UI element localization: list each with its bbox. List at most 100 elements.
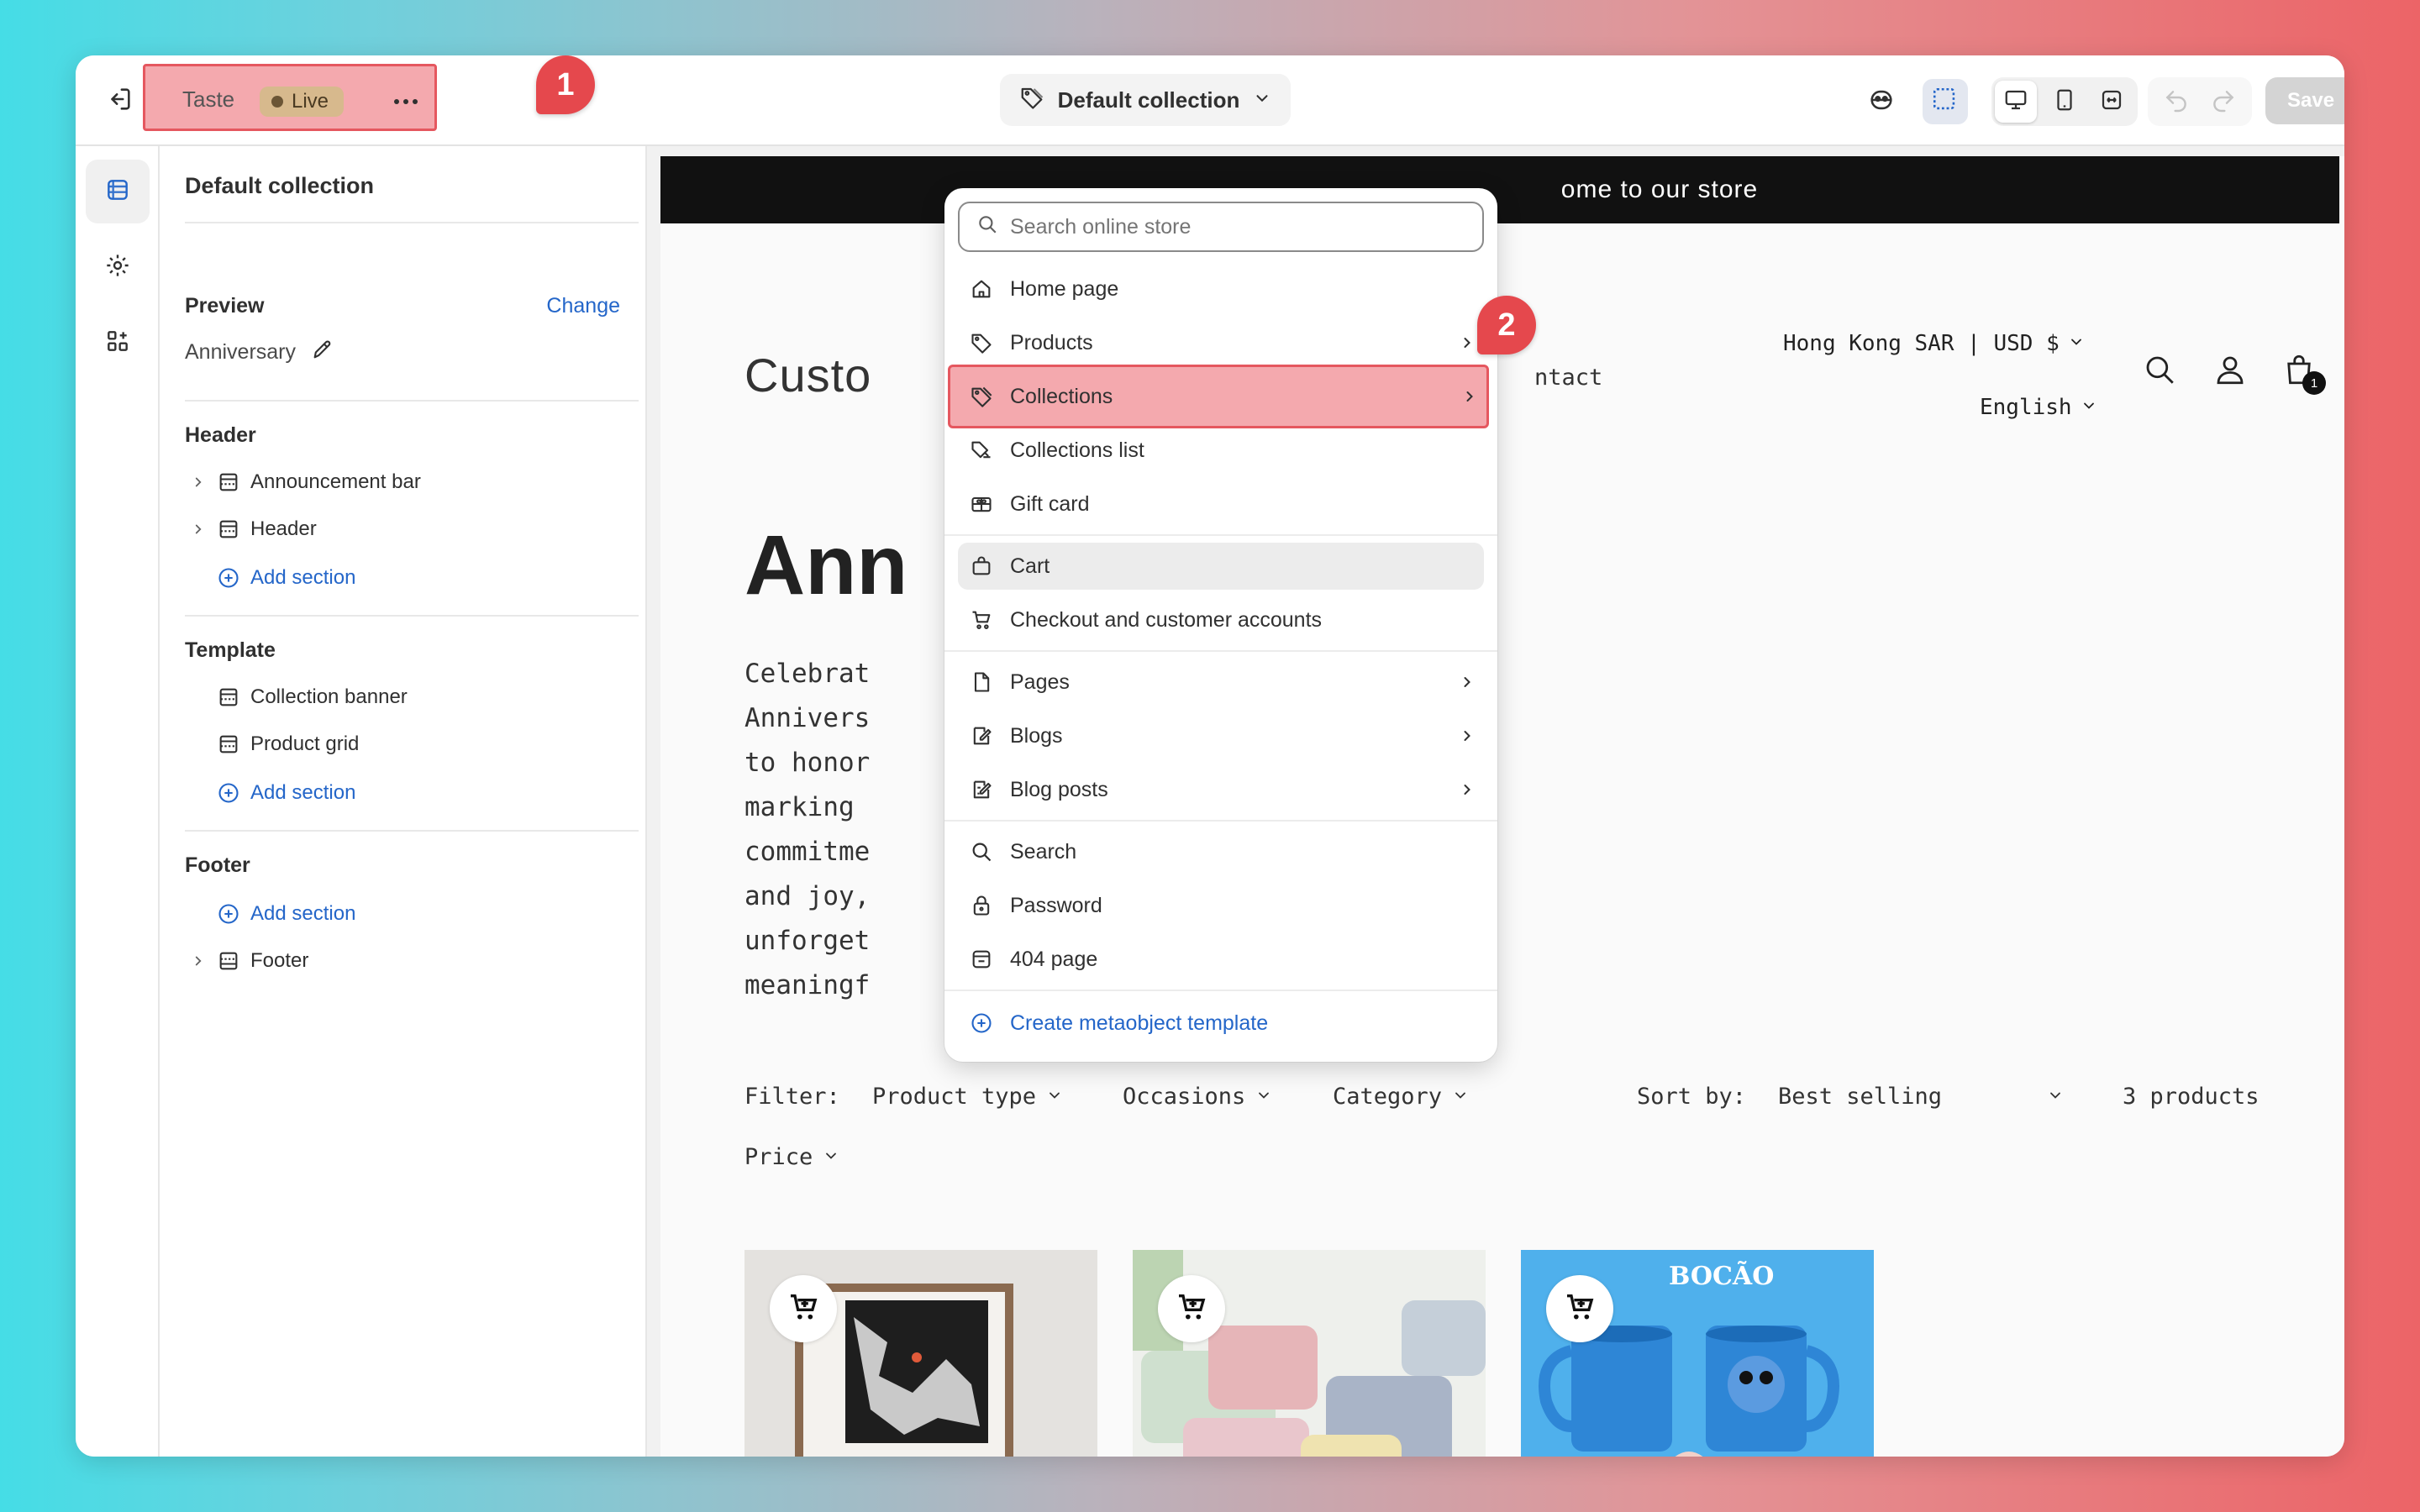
filter-category[interactable]: Category [1333,1084,1469,1110]
theme-selector[interactable]: Taste Live [143,64,437,131]
menu-item-password[interactable]: Password [958,882,1484,929]
chevron-right-icon[interactable] [185,522,212,537]
undo-button[interactable] [2163,87,2190,118]
select-cursor-icon [1931,86,1960,118]
menu-divider [944,650,1497,652]
fullscreen-view-button[interactable] [2091,81,2133,123]
template-add-section-button[interactable]: Add section [185,774,355,811]
preview-value-label: Anniversary [185,340,296,364]
product-card[interactable] [1133,1250,1486,1457]
tag-icon [958,331,1005,354]
filter-price[interactable]: Price [744,1144,839,1170]
annotation-marker-2: 2 [1477,296,1536,354]
menu-item-create-metaobject-template[interactable]: Create metaobject template [958,1000,1484,1047]
region-label: Hong Kong SAR | USD $ [1783,331,2060,356]
home-icon [958,277,1005,301]
template-search-input[interactable] [1010,214,1447,239]
menu-item-products[interactable]: Products [958,319,1484,366]
section-footer[interactable]: Footer [185,942,308,979]
more-actions-button[interactable] [389,85,423,118]
menu-item-collections[interactable]: Collections [948,365,1489,428]
exit-icon [105,85,134,118]
language-selector[interactable]: English [1980,395,2097,420]
menu-item-label: Blog posts [1010,777,1108,801]
menu-divider [944,820,1497,822]
chevron-right-icon[interactable] [185,475,212,490]
section-collection-banner[interactable]: Collection banner [185,679,408,716]
filter-price-label: Price [744,1144,813,1170]
apps-tab[interactable] [86,311,150,375]
exit-button[interactable] [99,81,139,121]
nav-contact-link[interactable]: ntact [1534,365,1602,391]
quick-add-button[interactable] [1546,1275,1613,1342]
template-search[interactable] [958,202,1484,252]
chevron-down-icon [1253,87,1271,113]
sections-tab[interactable] [86,160,150,223]
section-announcement-bar[interactable]: Announcement bar [185,464,421,501]
menu-item-pages[interactable]: Pages [958,659,1484,706]
menu-item-label: Collections list [1010,438,1144,462]
chevron-right-icon [1450,674,1484,690]
chevron-right-icon [1450,727,1484,744]
pencil-icon[interactable] [311,338,334,367]
theme-settings-tab[interactable] [86,235,150,299]
menu-item-search[interactable]: Search [958,828,1484,875]
section-label: Footer [250,949,309,972]
store-logo[interactable]: Custo [744,348,871,402]
menu-item-blog-posts[interactable]: Blog posts [958,766,1484,813]
menu-divider [944,534,1497,536]
menu-item-cart[interactable]: Cart [958,543,1484,590]
mobile-view-button[interactable] [2044,81,2086,123]
plus-circle-icon [212,781,245,805]
inspector-button[interactable] [1923,79,1968,124]
sort-select[interactable]: Best selling [1778,1084,2064,1110]
collection-icon [958,385,1005,408]
menu-item-blogs[interactable]: Blogs [958,712,1484,759]
chevron-down-icon [1452,1084,1469,1110]
header-group-heading: Header [185,423,256,447]
header-add-section-button[interactable]: Add section [185,559,355,596]
menu-item-collections-list[interactable]: Collections list [958,427,1484,474]
ai-assistant-button[interactable] [1859,79,1904,124]
quick-add-button[interactable] [1158,1275,1225,1342]
collection-title: Ann [744,518,908,612]
quick-add-button[interactable] [770,1275,837,1342]
filter-occasions[interactable]: Occasions [1123,1084,1272,1110]
section-product-grid[interactable]: Product grid [185,726,359,763]
bag-icon [958,554,1005,578]
save-button[interactable]: Save [2265,77,2344,124]
footer-add-section-button[interactable]: Add section [185,895,355,932]
live-dot-icon [271,96,283,108]
chevron-right-icon [1450,781,1484,798]
desktop-view-button[interactable] [1995,81,2037,123]
preview-heading: Preview [185,294,265,318]
announcement-bar[interactable]: ome to our store [660,156,2339,223]
menu-item-checkout[interactable]: Checkout and customer accounts [958,596,1484,643]
menu-item-gift-card[interactable]: Gift card [958,480,1484,528]
cart-button[interactable]: 1 [2274,346,2326,396]
chevron-down-icon [2047,1084,2064,1110]
add-to-cart-icon [786,1290,820,1328]
section-label: Announcement bar [250,470,421,493]
template-picker-dropdown: Home page Products Collections Collectio… [944,188,1497,1062]
store-search-button[interactable] [2134,346,2185,396]
section-header[interactable]: Header [185,511,317,548]
template-selector[interactable]: Default collection [1000,74,1291,126]
menu-item-404-page[interactable]: 404 page [958,936,1484,983]
divider [185,830,639,832]
change-preview-link[interactable]: Change [546,294,620,318]
live-status-badge: Live [260,87,345,117]
add-section-label: Add section [250,902,356,925]
product-card[interactable] [744,1250,1097,1457]
region-currency-selector[interactable]: Hong Kong SAR | USD $ [1783,331,2085,356]
footer-group-heading: Footer [185,853,250,877]
redo-button[interactable] [2210,87,2237,118]
chevron-right-icon[interactable] [185,953,212,969]
menu-item-home-page[interactable]: Home page [958,265,1484,312]
filter-product-type[interactable]: Product type [872,1084,1063,1110]
product-card[interactable]: BOCÃO [1521,1250,1874,1457]
editor-window: Taste Live 1 Default collection Save Def… [76,55,2344,1457]
menu-item-label: Gift card [1010,491,1090,516]
chevron-down-icon [1255,1084,1272,1110]
account-button[interactable] [2205,346,2255,396]
